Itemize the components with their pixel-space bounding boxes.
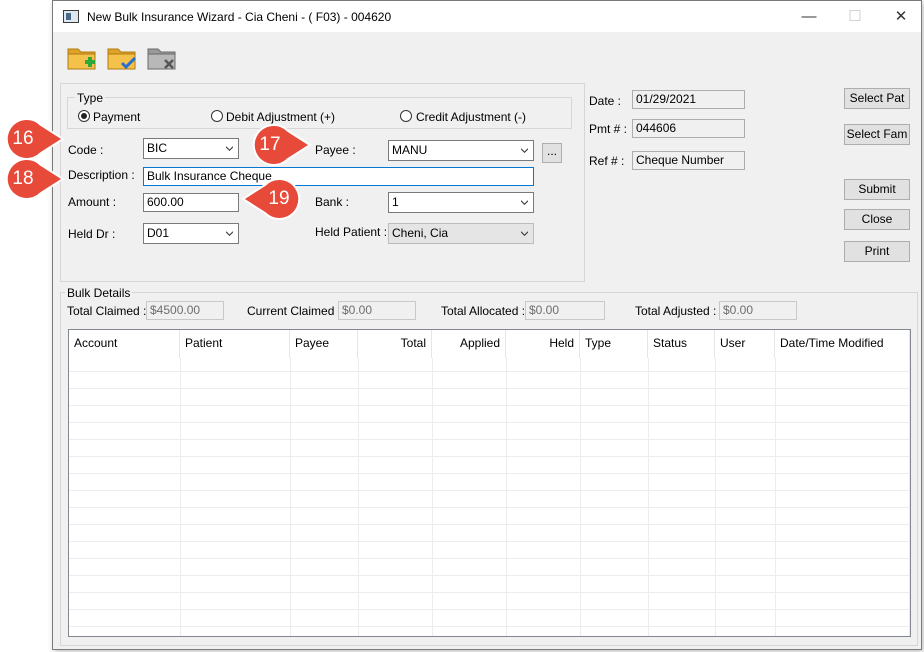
code-select[interactable]: BIC <box>143 138 239 159</box>
code-select-value: BIC <box>147 141 168 155</box>
close-window-button[interactable]: ✕ <box>879 1 923 32</box>
callout-19: 19 <box>239 177 301 221</box>
window-title: New Bulk Insurance Wizard - Cia Cheni - … <box>87 10 392 24</box>
folder-check-icon <box>107 48 137 70</box>
amount-input[interactable]: 600.00 <box>143 193 239 212</box>
callout-16: 16 <box>5 117 65 161</box>
callout-17: 17 <box>252 123 312 167</box>
current-claimed-label: Current Claimed : <box>247 304 342 318</box>
callout-number: 19 <box>268 188 290 209</box>
debit-adjustment-radio[interactable] <box>211 110 223 122</box>
total-adjusted-field: $0.00 <box>719 301 797 320</box>
bulk-details-title: Bulk Details <box>65 286 133 300</box>
minimize-button[interactable]: — <box>787 1 831 32</box>
callout-18: 18 <box>5 157 65 201</box>
title-bar: New Bulk Insurance Wizard - Cia Cheni - … <box>53 1 921 32</box>
ref-field[interactable]: Cheque Number <box>632 151 745 170</box>
submit-button[interactable]: Submit <box>844 179 910 200</box>
pmt-field: 044606 <box>632 119 745 138</box>
description-label: Description : <box>68 168 135 182</box>
chevron-down-icon <box>521 200 528 205</box>
held-dr-select[interactable]: D01 <box>143 223 239 244</box>
date-field: 01/29/2021 <box>632 90 745 109</box>
pmt-label: Pmt # : <box>589 122 628 136</box>
select-pat-button[interactable]: Select Pat <box>844 88 910 109</box>
payee-lookup-button[interactable]: ... <box>542 143 562 163</box>
callout-number: 17 <box>259 134 281 155</box>
chevron-down-icon <box>521 148 528 153</box>
held-patient-label: Held Patient : <box>315 225 388 239</box>
folder-add-icon <box>67 48 96 70</box>
held-dr-select-value: D01 <box>147 226 170 240</box>
description-input[interactable]: Bulk Insurance Cheque <box>143 167 534 186</box>
callout-number: 16 <box>12 128 34 149</box>
select-fam-button[interactable]: Select Fam <box>844 124 910 145</box>
app-icon <box>63 10 79 23</box>
wizard-window: New Bulk Insurance Wizard - Cia Cheni - … <box>52 0 922 650</box>
callout-number: 18 <box>12 168 34 189</box>
total-allocated-label: Total Allocated : <box>441 304 526 318</box>
delete-folder-button[interactable] <box>145 41 179 75</box>
bank-label: Bank : <box>315 195 350 209</box>
type-group-title: Type <box>75 91 106 105</box>
credit-adjustment-radio[interactable] <box>400 110 412 122</box>
bank-select[interactable]: 1 <box>388 192 534 213</box>
held-patient-select-value: Cheni, Cia <box>392 226 449 240</box>
total-allocated-field: $0.00 <box>525 301 605 320</box>
payee-select-value: MANU <box>392 143 428 157</box>
payment-radio[interactable] <box>78 110 90 122</box>
bank-select-value: 1 <box>392 195 399 209</box>
chevron-down-icon <box>226 146 233 151</box>
credit-adjustment-radio-label: Credit Adjustment (-) <box>416 110 527 124</box>
chevron-down-icon <box>521 231 528 236</box>
grid-lines <box>69 358 910 636</box>
payee-label: Payee : <box>315 143 356 157</box>
debit-adjustment-radio-label: Debit Adjustment (+) <box>226 110 336 124</box>
ref-label: Ref # : <box>589 154 625 168</box>
folder-delete-icon <box>147 48 176 70</box>
held-patient-select[interactable]: Cheni, Cia <box>388 223 534 244</box>
date-label: Date : <box>589 94 622 108</box>
chevron-down-icon <box>226 231 233 236</box>
close-button[interactable]: Close <box>844 209 910 230</box>
total-adjusted-label: Total Adjusted : <box>635 304 717 318</box>
current-claimed-field: $0.00 <box>338 301 416 320</box>
total-claimed-field: $4500.00 <box>146 301 224 320</box>
total-claimed-label: Total Claimed : <box>67 304 147 318</box>
save-folder-button[interactable] <box>105 41 139 75</box>
amount-label: Amount : <box>68 195 117 209</box>
payee-select[interactable]: MANU <box>388 140 534 161</box>
print-button[interactable]: Print <box>844 241 910 262</box>
bulk-details-grid[interactable]: Account Patient Payee Total Applied Held… <box>68 329 911 637</box>
new-folder-button[interactable] <box>65 41 99 75</box>
payment-radio-label: Payment <box>93 110 141 124</box>
maximize-button: ☐ <box>848 8 862 25</box>
held-dr-label: Held Dr : <box>68 227 116 241</box>
code-label: Code : <box>68 143 104 157</box>
